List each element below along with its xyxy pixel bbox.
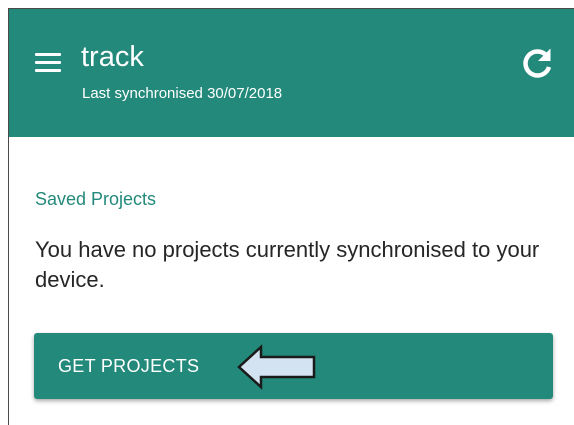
refresh-icon[interactable] <box>519 45 555 81</box>
app-screen: track Last synchronised 30/07/2018 Saved… <box>8 8 574 425</box>
app-title: track <box>81 41 144 73</box>
sync-status-text: Last synchronised 30/07/2018 <box>82 85 283 102</box>
saved-projects-heading: Saved Projects <box>35 189 157 209</box>
hamburger-menu-icon[interactable] <box>35 53 61 73</box>
get-projects-button-label: GET PROJECTS <box>58 356 200 376</box>
empty-state-message: You have no projects currently synchroni… <box>35 237 540 292</box>
left-arrow-icon <box>237 344 316 390</box>
app-bar: track Last synchronised 30/07/2018 <box>9 9 574 137</box>
